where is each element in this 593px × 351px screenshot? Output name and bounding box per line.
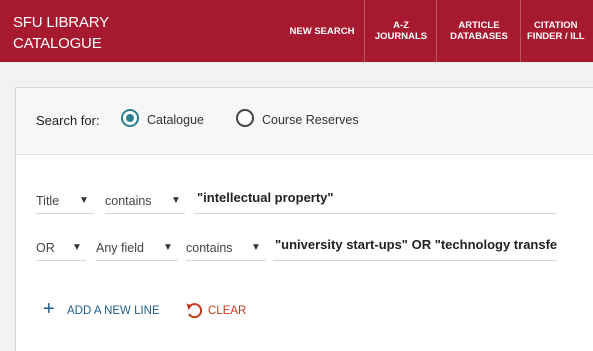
nav-label: CITATION — [534, 20, 578, 31]
operator-select-underline — [36, 260, 86, 261]
logo-line1: SFU LIBRARY — [13, 14, 109, 31]
triangle-down-icon[interactable]: ▼ — [251, 242, 261, 253]
field-select-underline — [36, 213, 94, 214]
nav-new-search[interactable]: NEW SEARCH — [280, 0, 364, 62]
field-select-underline — [96, 260, 178, 261]
add-new-line-button[interactable]: ADD A NEW LINE — [67, 305, 160, 317]
search-term-underline — [194, 213, 556, 214]
triangle-down-icon[interactable]: ▼ — [79, 195, 89, 206]
triangle-down-icon[interactable]: ▼ — [163, 242, 173, 253]
nav-label: ARTICLE — [458, 20, 500, 31]
plus-icon[interactable]: + — [43, 298, 55, 321]
nav-label: A-Z — [393, 20, 409, 31]
match-select-underline — [105, 213, 185, 214]
search-line-2: OR ▼ Any field ▼ contains ▼ "university … — [16, 233, 593, 263]
search-term-input[interactable]: "university start-ups" OR "technology tr… — [275, 237, 557, 252]
field-select[interactable]: Any field — [96, 241, 144, 255]
nav-label-2: JOURNALS — [374, 31, 428, 42]
course-reserves-radio[interactable] — [236, 109, 254, 127]
catalogue-radio[interactable] — [121, 109, 139, 127]
field-select[interactable]: Title — [36, 194, 59, 208]
undo-arrow-icon[interactable] — [185, 300, 203, 320]
search-panel: Search for: Catalogue Course Reserves Ti… — [15, 87, 593, 351]
course-reserves-radio-label[interactable]: Course Reserves — [262, 113, 359, 127]
search-for-section: Search for: Catalogue Course Reserves — [16, 88, 593, 155]
nav-a-z-journals[interactable]: A-Z JOURNALS — [364, 0, 437, 62]
operator-select[interactable]: OR — [36, 241, 55, 255]
match-select[interactable]: contains — [186, 241, 233, 255]
header-bar: SFU LIBRARY CATALOGUE NEW SEARCH A-Z JOUR… — [0, 0, 593, 62]
search-term-input[interactable]: "intellectual property" — [197, 190, 557, 205]
nav-label-2: DATABASES — [450, 31, 508, 42]
match-select-underline — [186, 260, 266, 261]
nav-label: NEW SEARCH — [289, 25, 355, 37]
clear-button[interactable]: CLEAR — [208, 305, 246, 317]
site-logo[interactable]: SFU LIBRARY CATALOGUE — [13, 12, 109, 54]
nav-article-databases[interactable]: ARTICLE DATABASES — [436, 0, 521, 62]
catalogue-radio-label[interactable]: Catalogue — [147, 113, 204, 127]
search-for-label: Search for: — [36, 113, 100, 128]
match-select[interactable]: contains — [105, 194, 152, 208]
triangle-down-icon[interactable]: ▼ — [171, 195, 181, 206]
nav-citation-finder[interactable]: CITATION FINDER / ILL — [520, 0, 593, 62]
triangle-down-icon[interactable]: ▼ — [72, 242, 82, 253]
nav-label-2: FINDER / ILL — [527, 31, 585, 42]
search-term-underline — [273, 260, 557, 261]
search-line-1: Title ▼ contains ▼ "intellectual propert… — [16, 186, 593, 216]
logo-line2: CATALOGUE — [13, 35, 102, 52]
